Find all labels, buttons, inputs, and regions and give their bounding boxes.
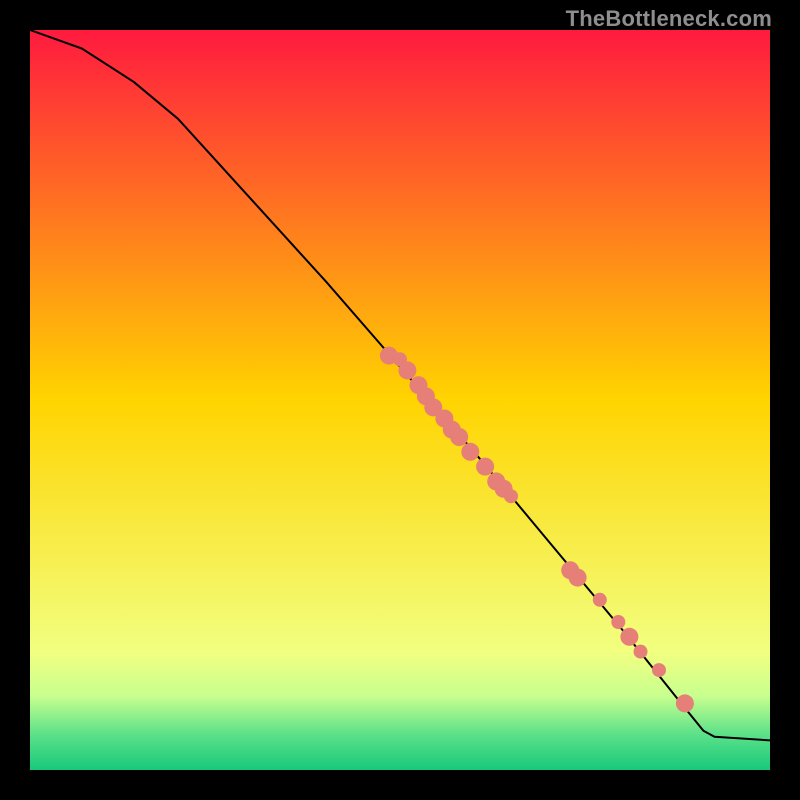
gradient-bg bbox=[30, 30, 770, 770]
data-marker bbox=[461, 443, 479, 461]
data-marker bbox=[398, 361, 416, 379]
watermark-label: TheBottleneck.com bbox=[566, 6, 772, 32]
data-marker bbox=[611, 615, 625, 629]
data-marker bbox=[634, 645, 648, 659]
data-marker bbox=[504, 489, 518, 503]
chart-plot bbox=[30, 30, 770, 770]
data-marker bbox=[676, 694, 694, 712]
data-marker bbox=[593, 593, 607, 607]
data-marker bbox=[450, 428, 468, 446]
data-marker bbox=[569, 569, 587, 587]
data-marker bbox=[620, 628, 638, 646]
data-marker bbox=[652, 663, 666, 677]
data-marker bbox=[476, 458, 494, 476]
chart-frame: TheBottleneck.com bbox=[0, 0, 800, 800]
